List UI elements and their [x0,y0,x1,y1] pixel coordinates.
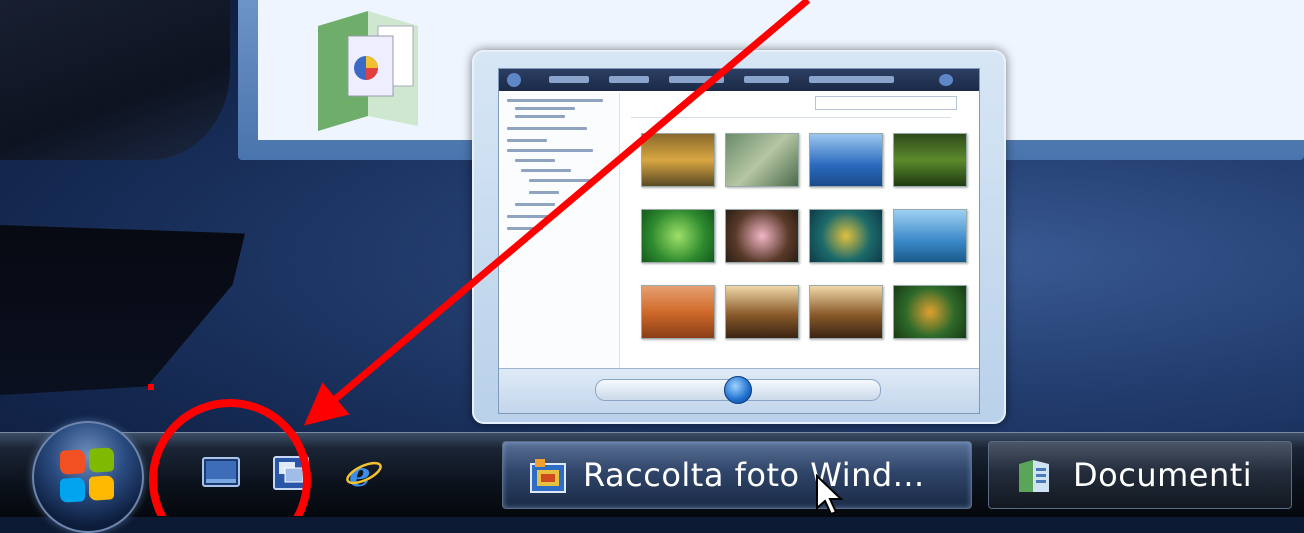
photo-thumbnail [809,133,883,187]
show-desktop-icon[interactable] [202,455,240,491]
taskbar-button-label: Raccolta foto Wind... [583,456,925,494]
mouse-cursor-icon [816,474,843,516]
taskbar: e Raccolta foto Wind... Documenti [0,421,1304,533]
photo-thumbnail [809,209,883,263]
taskbar-button-photo-gallery[interactable]: Raccolta foto Wind... [502,441,972,509]
photo-thumbnail [893,285,967,339]
thumbnail-search-box [815,96,957,110]
wallpaper-rock [0,0,230,160]
photo-thumbnail [641,285,715,339]
thumbnail-toolbar [499,69,979,91]
photo-thumbnail [725,209,799,263]
photo-thumbnail [641,209,715,263]
window-thumbnail-preview[interactable] [472,50,1006,424]
photo-thumbnail [893,209,967,263]
photo-gallery-thumbnail [498,68,980,414]
windows-logo-icon [60,447,116,507]
taskbar-button-label: Documenti [1073,456,1253,494]
documents-folder-icon [1019,460,1049,492]
photo-thumbnail [725,285,799,339]
thumbnail-photo-grid [621,93,979,389]
photo-gallery-icon [530,459,566,493]
documents-folder-icon [318,11,418,131]
photo-thumbnail [893,133,967,187]
taskbar-button-documents[interactable]: Documenti [988,441,1292,509]
photo-thumbnail [725,133,799,187]
thumbnail-navigation-pane [501,93,620,389]
photo-thumbnail [809,285,883,339]
wallpaper-rock [0,225,245,395]
switch-windows-icon[interactable] [272,455,310,491]
thumbnail-playback-controls [499,368,979,413]
photo-thumbnail [641,133,715,187]
play-slideshow-icon [724,376,752,404]
desktop-background [0,0,1304,432]
start-button[interactable] [32,421,144,533]
internet-explorer-icon[interactable]: e [345,455,383,491]
